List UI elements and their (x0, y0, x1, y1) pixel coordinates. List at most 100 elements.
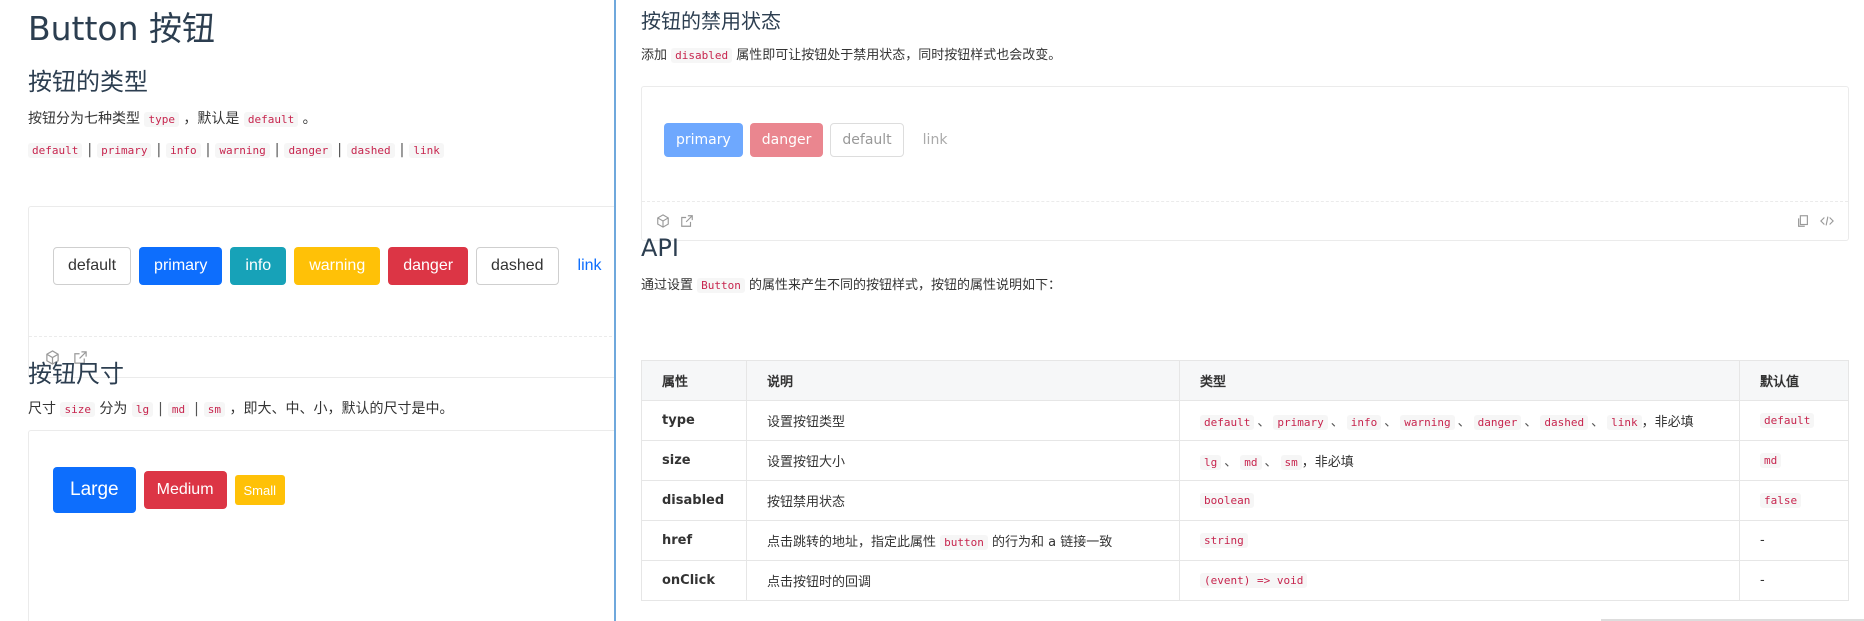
desc-cell: 点击跳转的地址，指定此属性 button 的行为和 a 链接一致 (746, 520, 1180, 561)
type-code: warning (1400, 415, 1455, 430)
type-code: md (1240, 455, 1262, 470)
types-desc-end: 。 (302, 111, 317, 127)
type-codes-list: default | primary | info | warning | danger | dash… (28, 142, 444, 158)
size-desc: 尺寸 size 分为 lg | md | sm ，即大、中、小，默认的尺寸是中。 (28, 401, 454, 417)
prop-cell: onClick (641, 560, 747, 601)
warning-button[interactable]: warning (294, 247, 381, 285)
size-code: lg (131, 402, 154, 417)
type-cell: default、 primary、 info、 warning、 danger、 dash… (1179, 400, 1740, 441)
col-header-prop: 属性 (641, 360, 747, 401)
open-external-icon[interactable] (678, 212, 696, 230)
api-desc-text: 通过设置 (641, 278, 694, 293)
default-cell: false (1739, 480, 1849, 521)
type-code: dashed (346, 143, 395, 158)
desc-cell: 设置按钮类型 (746, 400, 1180, 441)
disabled-heading: 按钮的禁用状态 (641, 9, 781, 33)
prop-cell: size (641, 440, 747, 481)
api-heading: API (641, 234, 679, 262)
default-code: false (1760, 493, 1802, 508)
default-button[interactable]: default (53, 247, 132, 285)
type-cell: lg、 md、 sm ，非必填 (1179, 440, 1740, 481)
table-header-row: 属性 说明 类型 默认值 (641, 360, 1849, 401)
type-code: primary (97, 143, 152, 158)
size-desc-code: size (60, 402, 95, 417)
type-code: sm (1280, 455, 1302, 470)
disabled-demo-box: primary danger default link (641, 86, 1849, 241)
primary-button[interactable]: primary (139, 247, 223, 285)
medium-button[interactable]: Medium (143, 471, 227, 509)
default-code: default (1760, 413, 1815, 428)
default-cell: - (1739, 560, 1849, 601)
type-code: primary (1273, 415, 1328, 430)
type-code: dashed (1540, 415, 1589, 430)
dashed-button[interactable]: dashed (476, 247, 559, 285)
api-desc-code: Button (697, 278, 745, 293)
size-heading: 按钮尺寸 (28, 360, 124, 388)
types-desc-code2: default (243, 112, 299, 127)
type-code: default (1200, 415, 1255, 430)
cube-icon[interactable] (654, 212, 672, 230)
disabled-desc-after: 属性即可让按钮处于禁用状态，同时按钮样式也会改变。 (736, 48, 1062, 63)
desc-cell: 点击按钮时的回调 (746, 560, 1180, 601)
copy-icon[interactable] (1794, 212, 1812, 230)
disabled-desc: 添加 disabled 属性即可让按钮处于禁用状态，同时按钮样式也会改变。 (641, 44, 1061, 63)
type-code: info (1346, 415, 1382, 430)
type-code: boolean (1200, 493, 1255, 508)
disabled-link-button[interactable]: link (911, 123, 960, 157)
size-code: md (167, 402, 190, 417)
type-code: warning (215, 143, 270, 158)
table-row: type 设置按钮类型 default、 primary、 info、 warning… (641, 400, 1849, 441)
disabled-demo-footer-left (654, 212, 696, 230)
type-code: danger (284, 143, 333, 158)
table-row: size 设置按钮大小 lg、 md、 sm ，非必填 md (641, 440, 1849, 481)
desc-text-after: 的行为和 a 链接一致 (992, 535, 1113, 550)
disabled-desc-text: 添加 (641, 48, 668, 63)
desc-code: button (940, 535, 988, 550)
small-button[interactable]: Small (234, 475, 286, 505)
danger-button[interactable]: danger (388, 247, 469, 285)
prop-cell: href (641, 520, 747, 561)
type-suffix: ，非必填 (1641, 415, 1694, 430)
types-demo-box: default primary info warning danger dash… (28, 206, 614, 378)
api-desc-after: 的属性来产生不同的按钮样式，按钮的属性说明如下： (749, 278, 1062, 293)
col-header-type: 类型 (1179, 360, 1740, 401)
type-suffix: ，非必填 (1301, 455, 1354, 470)
prop-cell: disabled (641, 480, 747, 521)
size-button-row: Large Medium Small (53, 467, 286, 513)
right-pane: 按钮的禁用状态 添加 disabled 属性即可让按钮处于禁用状态，同时按钮样式… (614, 0, 1864, 621)
desc-cell: 设置按钮大小 (746, 440, 1180, 481)
type-code: info (166, 143, 201, 158)
page-title: Button 按钮 (28, 9, 216, 48)
types-demo-preview: default primary info warning danger dash… (29, 207, 614, 337)
disabled-primary-button[interactable]: primary (664, 123, 743, 157)
col-header-desc: 说明 (746, 360, 1180, 401)
types-button-row: default primary info warning danger dash… (53, 247, 613, 285)
disabled-demo-preview: primary danger default link (642, 87, 1848, 202)
types-desc-mid: ，默认是 (183, 111, 240, 127)
code-icon[interactable] (1818, 212, 1836, 230)
type-cell: (event) => void (1179, 560, 1740, 601)
link-button[interactable]: link (567, 247, 613, 285)
type-code: default (28, 143, 83, 158)
disabled-danger-button[interactable]: danger (749, 123, 824, 157)
size-desc-end: ，即大、中、小，默认的尺寸是中。 (229, 401, 454, 417)
type-code: link (1607, 415, 1642, 430)
desc-text: 点击跳转的地址，指定此属性 (767, 535, 937, 550)
type-code: lg (1200, 455, 1222, 470)
types-heading: 按钮的类型 (28, 68, 148, 96)
table-row: onClick 点击按钮时的回调 (event) => void - (641, 560, 1849, 601)
type-code: link (409, 143, 444, 158)
col-header-default: 默认值 (1739, 360, 1849, 401)
default-code: md (1760, 453, 1782, 468)
default-cell: default (1739, 400, 1849, 441)
disabled-button-row: primary danger default link (664, 123, 959, 157)
size-code: sm (203, 402, 226, 417)
large-button[interactable]: Large (53, 467, 136, 513)
info-button[interactable]: info (230, 247, 287, 285)
types-desc: 按钮分为七种类型 type ，默认是 default 。 (28, 108, 317, 128)
disabled-default-button[interactable]: default (830, 123, 904, 157)
type-cell: boolean (1179, 480, 1740, 521)
desc-cell: 按钮禁用状态 (746, 480, 1180, 521)
size-demo-box: Large Medium Small (28, 430, 614, 621)
type-cell: string (1179, 520, 1740, 561)
